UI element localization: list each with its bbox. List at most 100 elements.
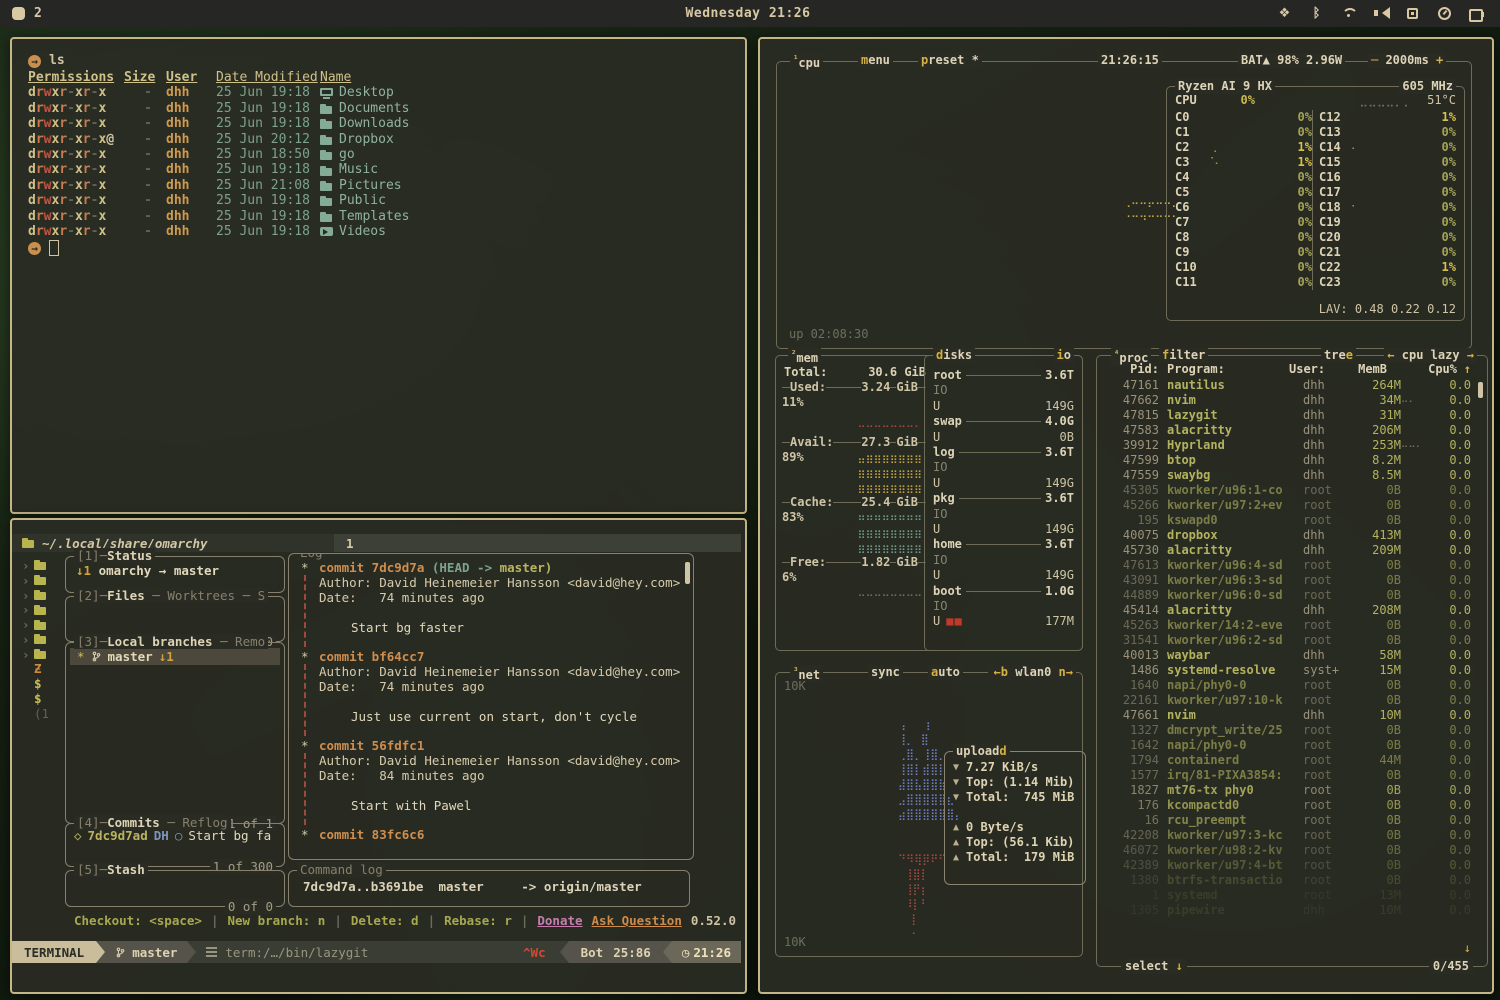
commit-hash: commit 7dc9d7a [319, 560, 424, 575]
process-row[interactable]: 47599 btop dhh 8.2M 0.0 [1105, 453, 1471, 468]
bluetooth-icon[interactable]: ᛒ [1309, 6, 1324, 21]
proc-tree-toggle[interactable]: tree [1321, 348, 1356, 363]
process-row[interactable]: 1577 irq/81-PIXA3854: root 0B 0.0 [1105, 768, 1471, 783]
date-modified: 25 Jun 21:08 [216, 178, 308, 193]
process-row[interactable]: 42208 kworker/u97:3-kc root 0B 0.0 [1105, 828, 1471, 843]
commit-message: Start bg faster [319, 620, 683, 635]
process-row[interactable]: 1642 napi/phy0-0 root 0B 0.0 [1105, 738, 1471, 753]
process-row[interactable]: 40075 dropbox dhh 413M 0.0 [1105, 528, 1471, 543]
cpu-chip-icon[interactable] [1405, 6, 1420, 21]
log-commit[interactable]: commit 7dc9d7a (HEAD -> master) Author: … [301, 560, 683, 635]
donate-link[interactable]: Donate [537, 913, 582, 928]
net-sync-toggle[interactable]: sync [868, 665, 903, 680]
log-commit[interactable]: commit 83fc6c6 [301, 827, 683, 842]
process-row[interactable]: 1327 dmcrypt_write/25 root 0B 0.0 [1105, 723, 1471, 738]
keybind-new-branch[interactable]: New branch: n [227, 913, 325, 928]
disk-entry: pkg3.6T IO U149G [933, 491, 1074, 537]
log-commit[interactable]: commit bf64cc7 Author: David Heinemeier … [301, 649, 683, 724]
proc-select-hint[interactable]: select ↓ [1121, 959, 1187, 974]
battery-icon[interactable] [1469, 6, 1484, 21]
process-row[interactable]: 1794 containerd root 44M 0.0 [1105, 753, 1471, 768]
commit-date: Date: 84 minutes ago [319, 768, 683, 783]
ask-question-link[interactable]: Ask Question [592, 913, 682, 928]
process-row[interactable]: 39912 Hyprland dhh 253M ⠤⠤⠄ 0.0 [1105, 438, 1471, 453]
panel-branches[interactable]: [3]─Local branches ─ Remo * master ↓1 1 … [65, 642, 285, 824]
process-row[interactable]: 42389 kworker/u97:4-bt root 0B 0.0 [1105, 858, 1471, 873]
process-row[interactable]: 45263 kworker/14:2-eve root 0B 0.0 [1105, 618, 1471, 633]
process-row[interactable]: 47161 nautilus dhh 264M 0.0 [1105, 378, 1471, 393]
workspace-icon[interactable] [12, 7, 25, 20]
process-row[interactable]: 45305 kworker/u96:1-co root 0B 0.0 [1105, 483, 1471, 498]
net-auto-toggle[interactable]: auto [928, 665, 963, 680]
btop-tab-cpu[interactable]: ¹cpu [790, 53, 823, 71]
process-memory: 13M [1351, 888, 1401, 903]
process-row[interactable]: 1305 pipewire dhh 10M 0.0 [1105, 903, 1471, 918]
process-row[interactable]: 1640 napi/phy0-0 root 0B 0.0 [1105, 678, 1471, 693]
keybind-checkout[interactable]: Checkout: <space> [74, 913, 202, 928]
process-memory: 0B [1351, 678, 1401, 693]
process-cpu: 0.0 [1427, 798, 1471, 813]
process-cpu: 0.0 [1427, 378, 1471, 393]
process-row[interactable]: 45730 alacritty dhh 209M 0.0 [1105, 543, 1471, 558]
proc-filter-button[interactable]: filter [1159, 348, 1208, 363]
process-row[interactable]: 176 kcompactd0 root 0B 0.0 [1105, 798, 1471, 813]
log-commit[interactable]: commit 56fdfc1 Author: David Heinemeier … [301, 738, 683, 813]
mem-title[interactable]: ²mem [788, 348, 821, 366]
btop-menu-button[interactable]: menu [858, 53, 893, 68]
keybind-delete[interactable]: Delete: d [351, 913, 419, 928]
process-user: root [1303, 558, 1351, 573]
process-name: irq/81-PIXA3854: [1167, 768, 1303, 783]
process-row[interactable]: 31541 kworker/u96:2-sd root 0B 0.0 [1105, 633, 1471, 648]
dropbox-icon[interactable]: ❖ [1277, 6, 1292, 21]
process-row[interactable]: 47662 nvim dhh 34M ⠤⠄ 0.0 [1105, 393, 1471, 408]
disks-io-toggle[interactable]: io [1054, 348, 1074, 363]
wifi-icon[interactable] [1341, 6, 1356, 21]
process-row[interactable]: 47815 lazygit dhh 31M 0.0 [1105, 408, 1471, 423]
process-row[interactable]: 195 kswapd0 root 0B 0.0 [1105, 513, 1471, 528]
process-name: kworker/u97:4-bt [1167, 858, 1303, 873]
process-pid: 47662 [1105, 393, 1159, 408]
process-row[interactable]: 40013 waybar dhh 58M 0.0 [1105, 648, 1471, 663]
process-user: root [1303, 618, 1351, 633]
disks-title[interactable]: disks [933, 348, 975, 363]
panel-command-log[interactable]: Command log 7dc9d7a..b3691be master -> o… [288, 870, 690, 907]
process-row[interactable]: 47661 nvim dhh 10M 0.0 [1105, 708, 1471, 723]
disk-io-label: IO [933, 383, 1074, 398]
process-memory: 413M [1351, 528, 1401, 543]
process-row[interactable]: 1 systemd root 13M 0.0 [1105, 888, 1471, 903]
buffer-tab[interactable]: 1 [334, 534, 741, 552]
panel-log[interactable]: Log commit 7dc9d7a (HEAD -> master) Auth… [288, 553, 694, 860]
process-row[interactable]: 22161 kworker/u97:10-k root 0B 0.0 [1105, 693, 1471, 708]
process-row[interactable]: 47613 kworker/u96:4-sd root 0B 0.0 [1105, 558, 1471, 573]
file-name: Desktop [320, 85, 394, 100]
branch-row-selected[interactable]: * master ↓1 [70, 648, 280, 665]
process-row[interactable]: 44889 kworker/u96:0-sd root 0B 0.0 [1105, 588, 1471, 603]
update-interval-control[interactable]: ─ 2000ms + [1368, 53, 1446, 68]
panel-stash[interactable]: [5]─Stash 0 of 0 [65, 870, 285, 907]
terminal-cursor[interactable] [49, 240, 59, 256]
panel-commits[interactable]: [4]─Commits ─ Reflog ◇ 7dc9d7ad DH ○ Sta… [65, 823, 285, 867]
process-row[interactable]: 1486 systemd-resolve syst+ 15M 0.0 [1105, 663, 1471, 678]
btop-preset-button[interactable]: preset * [918, 53, 982, 68]
scroll-down-icon[interactable]: ↓ [1464, 941, 1471, 956]
process-row[interactable]: 47583 alacritty dhh 206M 0.0 [1105, 423, 1471, 438]
gauge-icon[interactable] [1437, 6, 1452, 21]
process-row[interactable]: 45414 alacritty dhh 208M 0.0 [1105, 603, 1471, 618]
process-row[interactable]: 47559 swaybg dhh 8.5M 0.0 [1105, 468, 1471, 483]
process-row[interactable]: 1380 btrfs-transactio root 0B 0.0 [1105, 873, 1471, 888]
keybind-rebase[interactable]: Rebase: r [444, 913, 512, 928]
proc-sort-switcher[interactable]: ← cpu lazy → [1384, 348, 1477, 363]
process-row[interactable]: 43091 kworker/u96:3-sd root 0B 0.0 [1105, 573, 1471, 588]
process-row[interactable]: 46072 kworker/u98:2-kv root 0B 0.0 [1105, 843, 1471, 858]
process-pid: 176 [1105, 798, 1159, 813]
volume-icon[interactable] [1373, 6, 1388, 21]
process-row[interactable]: 45266 kworker/u97:2+ev root 0B 0.0 [1105, 498, 1471, 513]
workspace-number[interactable]: 2 [34, 6, 42, 21]
process-row[interactable]: 16 rcu_preempt root 0B 0.0 [1105, 813, 1471, 828]
process-row[interactable]: 1827 mt76-tx phy0 root 0B 0.0 [1105, 783, 1471, 798]
proc-scrollbar[interactable] [1478, 382, 1483, 398]
disk-used-value: 149G [946, 399, 1074, 414]
net-interface-switcher[interactable]: ←b wlan0 n→ [991, 665, 1076, 680]
tree-item-icon [34, 634, 47, 644]
column-date: Date Modified [216, 70, 308, 85]
